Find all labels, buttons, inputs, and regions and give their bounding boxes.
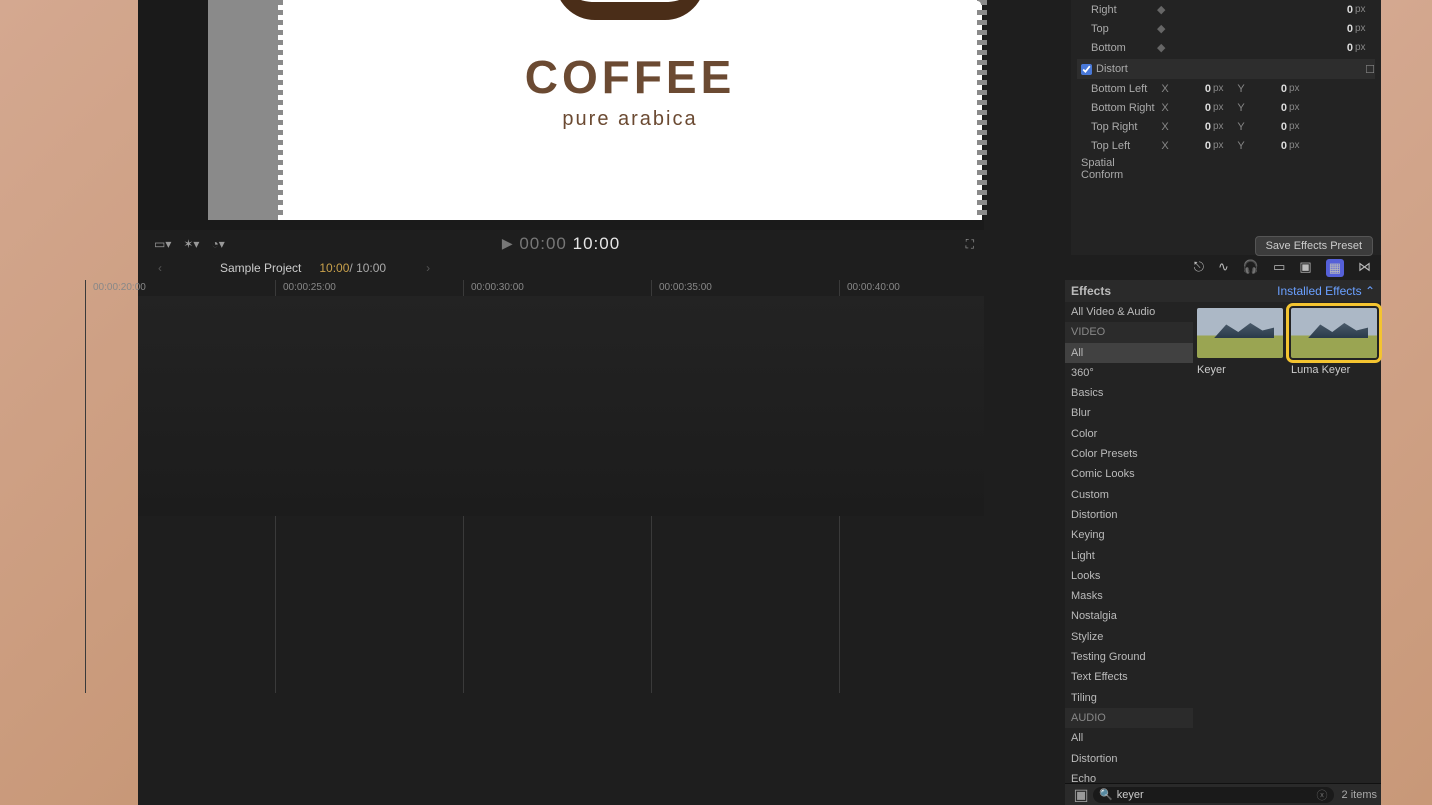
effects-category-color[interactable]: Color <box>1065 424 1193 444</box>
effects-category-blur[interactable]: Blur <box>1065 403 1193 423</box>
distort-section-header[interactable]: Distort ☐ <box>1077 59 1375 79</box>
solo-icon[interactable]: 🎧 <box>1243 259 1259 277</box>
effects-category-comic-looks[interactable]: Comic Looks <box>1065 464 1193 484</box>
timeline-body[interactable] <box>138 296 984 516</box>
view-options-icon[interactable]: ▭▾ <box>148 237 177 251</box>
effects-category-stylize[interactable]: Stylize <box>1065 627 1193 647</box>
effects-category-audio[interactable]: AUDIO <box>1065 708 1193 728</box>
timeline-next-icon[interactable]: › <box>426 261 430 275</box>
effects-category-distortion[interactable]: Distortion <box>1065 505 1193 525</box>
background-right <box>1380 0 1432 805</box>
effects-category-all[interactable]: All <box>1065 343 1193 363</box>
timeline-index-icon[interactable]: ▣ <box>1299 259 1311 277</box>
fullscreen-icon[interactable]: ⛶ <box>966 237 974 252</box>
effects-category-video[interactable]: VIDEO <box>1065 322 1193 342</box>
effects-category-custom[interactable]: Custom <box>1065 485 1193 505</box>
installed-effects-dropdown[interactable]: Installed Effects ⌃ <box>1277 284 1375 298</box>
effects-search-bar: ▣ 🔍 keyer ⓧ 2 items <box>1065 783 1381 805</box>
coffee-label-graphic: COFFEE pure arabica <box>278 0 982 220</box>
effects-category-looks[interactable]: Looks <box>1065 566 1193 586</box>
audio-skimming-icon[interactable]: ∿ <box>1218 259 1229 277</box>
effects-category-all[interactable]: All <box>1065 728 1193 748</box>
timeline-prev-icon[interactable]: ‹ <box>158 261 162 275</box>
effects-category-light[interactable]: Light <box>1065 546 1193 566</box>
effects-category-all-video-audio[interactable]: All Video & Audio <box>1065 302 1193 322</box>
project-name[interactable]: Sample Project <box>220 261 301 275</box>
clear-search-icon[interactable]: ⓧ <box>1317 787 1328 803</box>
ruler-mark: 00:00:40:00 <box>847 282 900 293</box>
coffee-subtitle: pure arabica <box>562 108 697 131</box>
effects-category-color-presets[interactable]: Color Presets <box>1065 444 1193 464</box>
viewer-canvas[interactable]: COFFEE pure arabica <box>208 0 912 220</box>
ruler-mark: 00:00:20:00 <box>93 282 146 293</box>
effects-category-testing-ground[interactable]: Testing Ground <box>1065 647 1193 667</box>
app-window: COFFEE pure arabica ▭▾ ✶▾ ◔▾ ▶ 00:00 10:… <box>138 0 1381 805</box>
effects-category-tiling[interactable]: Tiling <box>1065 688 1193 708</box>
keyframe-icon[interactable]: ◆ <box>1157 22 1177 35</box>
timeline-view-tools: ⎋ ∿ 🎧 ▭ ▣ ▦ ⋈ <box>1194 259 1381 277</box>
ruler-mark: 00:00:30:00 <box>471 282 524 293</box>
effects-title: Effects <box>1071 284 1277 298</box>
keyframe-icon[interactable]: ◆ <box>1157 3 1177 16</box>
spatial-conform-row[interactable]: Spatial Conform <box>1077 159 1375 178</box>
effects-search-input[interactable]: 🔍 keyer ⓧ <box>1093 787 1334 803</box>
viewer[interactable]: COFFEE pure arabica <box>138 0 984 230</box>
effects-category-nostalgia[interactable]: Nostalgia <box>1065 606 1193 626</box>
crop-right-row[interactable]: Right ◆ 0px <box>1077 0 1375 19</box>
timeline-current-time[interactable]: 10:00 <box>319 261 349 275</box>
viewer-timecode[interactable]: ▶ 00:00 10:00 <box>502 234 620 254</box>
effects-category-keying[interactable]: Keying <box>1065 525 1193 545</box>
effects-category-text-effects[interactable]: Text Effects <box>1065 667 1193 687</box>
crop-bottom-row[interactable]: Bottom ◆ 0px <box>1077 38 1375 57</box>
effects-header: Effects Installed Effects ⌃ <box>1065 280 1381 302</box>
effect-thumbnail <box>1291 308 1377 358</box>
effect-luma-keyer[interactable]: Luma Keyer <box>1291 308 1377 376</box>
effects-category-basics[interactable]: Basics <box>1065 383 1193 403</box>
effects-category-echo[interactable]: Echo <box>1065 769 1193 783</box>
distort-top-right-row[interactable]: Top Right X0px Y0px <box>1077 117 1375 136</box>
distort-bottom-left-row[interactable]: Bottom Left X0px Y0px <box>1077 79 1375 98</box>
coffee-title: COFFEE <box>525 50 736 104</box>
ruler-mark: 00:00:25:00 <box>283 282 336 293</box>
play-icon[interactable]: ▶ <box>502 235 514 251</box>
background-left <box>0 0 138 805</box>
crop-top-row[interactable]: Top ◆ 0px <box>1077 19 1375 38</box>
effects-category-masks[interactable]: Masks <box>1065 586 1193 606</box>
search-icon: 🔍 <box>1099 788 1113 801</box>
transform-tool-icon[interactable]: ✶▾ <box>177 237 205 251</box>
distort-reveal-icon[interactable]: ☐ <box>1365 63 1375 76</box>
distort-bottom-right-row[interactable]: Bottom Right X0px Y0px <box>1077 98 1375 117</box>
viewer-toolbar: ▭▾ ✶▾ ◔▾ ▶ 00:00 10:00 ⛶ <box>138 232 984 256</box>
ruler-mark: 00:00:35:00 <box>659 282 712 293</box>
effects-category-distortion[interactable]: Distortion <box>1065 749 1193 769</box>
effects-browser-panel: Effects Installed Effects ⌃ All Video & … <box>1065 280 1381 805</box>
retime-tool-icon[interactable]: ◔▾ <box>205 237 230 251</box>
timeline-ruler[interactable]: 00:00:20:00 00:00:25:00 00:00:30:00 00:0… <box>138 280 984 296</box>
effects-library-icon[interactable]: ▣ <box>1069 785 1093 805</box>
coffee-logo-icon <box>555 0 705 20</box>
effect-keyer[interactable]: Keyer <box>1197 308 1283 376</box>
effects-browser-icon[interactable]: ▦ <box>1326 259 1344 277</box>
distort-label: Distort <box>1096 63 1128 75</box>
distort-checkbox[interactable] <box>1081 64 1092 75</box>
skimming-icon[interactable]: ⎋ <box>1194 259 1204 277</box>
timeline-header: ‹ Sample Project 10:00 / 10:00 › ⎋ ∿ 🎧 ▭… <box>138 258 1381 278</box>
effects-result-count: 2 items <box>1342 789 1377 801</box>
effect-thumbnail <box>1197 308 1283 358</box>
snapping-icon[interactable]: ▭ <box>1273 259 1285 277</box>
save-effects-preset-button[interactable]: Save Effects Preset <box>1255 236 1373 256</box>
effects-grid[interactable]: Keyer Luma Keyer <box>1193 302 1381 783</box>
transitions-browser-icon[interactable]: ⋈ <box>1358 259 1371 277</box>
distort-top-left-row[interactable]: Top Left X0px Y0px <box>1077 136 1375 155</box>
keyframe-icon[interactable]: ◆ <box>1157 41 1177 54</box>
inspector-panel: Right ◆ 0px Top ◆ 0px Bottom ◆ 0px Disto… <box>1071 0 1381 255</box>
effects-category-list[interactable]: All Video & AudioVIDEOAll360°BasicsBlurC… <box>1065 302 1193 783</box>
effects-category-360-[interactable]: 360° <box>1065 363 1193 383</box>
